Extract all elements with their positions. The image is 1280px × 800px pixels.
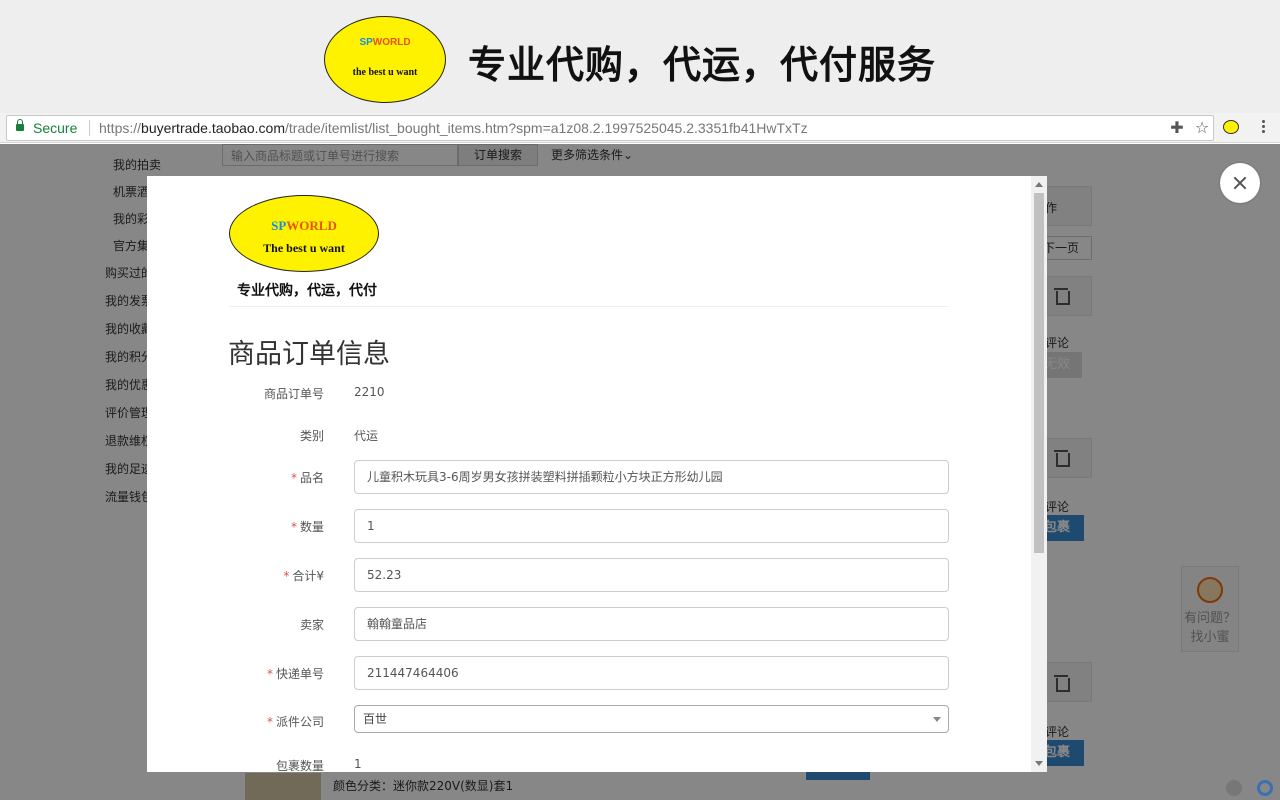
assistant-tray-icon[interactable] (1226, 780, 1242, 796)
tracking-no-label-text: 快递单号 (275, 667, 324, 681)
category-label: 类别 (299, 429, 324, 443)
quantity-label: * 数量 (194, 518, 324, 535)
courier-label-text: 派件公司 (275, 715, 324, 729)
logo-world-text: WORLD (372, 37, 411, 48)
product-name-field[interactable]: 儿童积木玩具3-6周岁男女孩拼装塑料拼插颗粒小方块正方形幼儿园 (354, 460, 949, 494)
url-path: /trade/itemlist/list_bought_items.htm?sp… (285, 120, 808, 136)
courier-label: * 派件公司 (194, 713, 324, 730)
product-name-label-text: 品名 (299, 471, 324, 485)
total-label: * 合计¥ (194, 567, 324, 584)
modal-spworld-logo: SPWORLD The best u want (229, 195, 379, 272)
quantity-label-text: 数量 (299, 520, 324, 534)
required-mark: * (290, 520, 297, 534)
star-icon[interactable]: ☆ (1192, 118, 1212, 138)
address-separator (89, 120, 90, 136)
settings-tray-icon[interactable] (1257, 780, 1273, 796)
scroll-up-arrow-icon[interactable] (1035, 182, 1043, 187)
top-banner: SPWORLD the best u want 专业代购，代运，代付服务 (0, 0, 1280, 113)
package-count-value: 1 (354, 757, 362, 771)
spworld-logo: SPWORLD the best u want (324, 16, 446, 103)
modal-scrollbar[interactable] (1031, 176, 1047, 772)
logo-sp-text: SP (359, 37, 373, 48)
menu-icon[interactable] (1258, 120, 1268, 136)
close-modal-button[interactable] (1220, 163, 1260, 203)
url-scheme: https:// (99, 120, 142, 136)
secure-label: Secure (33, 120, 78, 136)
package-count-label: 包裹数量 (275, 759, 324, 772)
logo-tagline: the best u want (352, 67, 418, 78)
puzzle-icon[interactable]: ✚ (1167, 118, 1187, 138)
required-mark: * (266, 667, 273, 681)
lock-icon (16, 119, 24, 131)
dropdown-arrow-icon (933, 717, 941, 722)
modal-logo-tagline: The best u want (263, 241, 345, 255)
browser-toolbar: Secure https://buyertrade.taobao.com/tra… (0, 113, 1280, 143)
total-label-text: 合计¥ (292, 569, 324, 583)
address-bar[interactable]: Secure https://buyertrade.taobao.com/tra… (6, 115, 1214, 141)
required-mark: * (290, 471, 297, 485)
quantity-field[interactable]: 1 (354, 509, 949, 543)
seller-field[interactable]: 翰翰童品店 (354, 607, 949, 641)
url-text[interactable]: https://buyertrade.taobao.com/trade/item… (99, 120, 808, 136)
tracking-no-label: * 快递单号 (194, 665, 324, 682)
extension-logo-icon[interactable] (1223, 120, 1239, 134)
order-no-value: 2210 (354, 385, 385, 399)
seller-label: 卖家 (299, 618, 324, 632)
order-no-label: 商品订单号 (263, 387, 324, 401)
tracking-no-field[interactable]: 211447464406 (354, 656, 949, 690)
modal-divider (229, 306, 949, 307)
courier-selected-value: 百世 (363, 712, 388, 726)
scrollbar-thumb[interactable] (1034, 193, 1044, 553)
modal-slogan: 专业代购，代运，代付 (237, 283, 377, 299)
modal-title: 商品订单信息 (228, 339, 390, 370)
scroll-down-arrow-icon[interactable] (1035, 761, 1043, 766)
required-mark: * (283, 569, 290, 583)
product-name-label: * 品名 (194, 469, 324, 486)
required-mark: * (266, 715, 273, 729)
category-value: 代运 (354, 429, 379, 443)
url-host: buyertrade.taobao.com (141, 120, 286, 136)
modal-logo-sp-text: SP (271, 218, 287, 233)
order-info-modal: SPWORLD The best u want 专业代购，代运，代付 商品订单信… (147, 176, 1047, 772)
total-field[interactable]: 52.23 (354, 558, 949, 592)
modal-logo-world-text: WORLD (286, 218, 337, 233)
courier-select[interactable]: 百世 (354, 705, 949, 733)
banner-slogan: 专业代购，代运，代付服务 (468, 43, 937, 87)
